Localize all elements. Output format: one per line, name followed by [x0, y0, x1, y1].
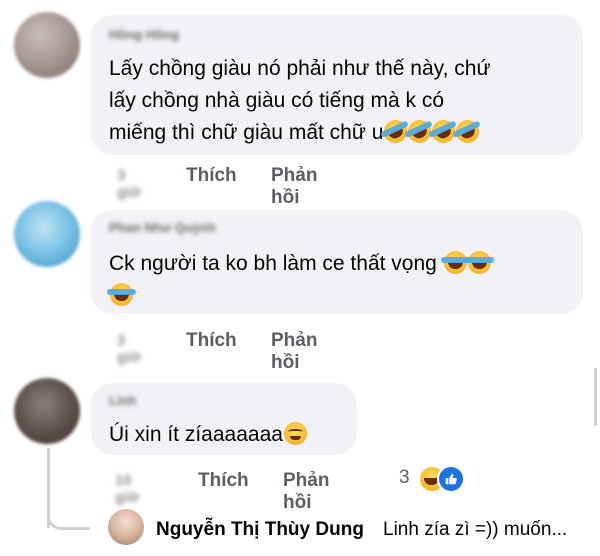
commenter-avatar[interactable] — [14, 201, 80, 267]
tears-of-joy-emoji — [440, 251, 470, 274]
comment-bubble: Phan Như Quỳnh Ck người ta ko bh làm ce … — [91, 210, 583, 314]
commenter-avatar[interactable] — [14, 378, 80, 444]
comment-bubble: Linh Úi xin ít zíaaaaaaa — [91, 383, 357, 455]
comment-author[interactable]: Linh — [109, 393, 136, 408]
reply-button[interactable]: Phản hồi — [271, 330, 317, 374]
comment-text: Lấy chồng giàu nó phải như thế này, chứ … — [109, 53, 491, 149]
comment-time[interactable]: 3 giờ — [117, 167, 141, 201]
tears-of-joy-emoji — [107, 283, 136, 306]
comment-author[interactable]: Hồng Hồng — [109, 27, 179, 42]
comment-text: Ck người ta ko bh làm ce thất vọng — [107, 248, 494, 312]
reaction-count[interactable]: 3 — [399, 467, 410, 489]
rolling-laughing-emoji — [452, 116, 484, 147]
reply-button[interactable]: Phản hồi — [271, 165, 317, 209]
comment-time[interactable]: 10 giờ — [115, 472, 139, 506]
relieved-face-emoji — [283, 422, 307, 445]
like-reaction-icon — [437, 465, 465, 493]
reaction-summary[interactable] — [417, 465, 467, 493]
commenter-avatar[interactable] — [14, 12, 80, 78]
comment-text: Úi xin ít zíaaaaaaa — [109, 419, 307, 451]
like-button[interactable]: Thích — [186, 330, 237, 352]
reply-button[interactable]: Phản hồi — [283, 470, 329, 514]
reply-author[interactable]: Nguyễn Thị Thùy Dung — [156, 519, 364, 541]
scrollbar[interactable] — [594, 368, 597, 426]
comment-author[interactable]: Phan Như Quỳnh — [109, 220, 216, 235]
like-button[interactable]: Thích — [198, 470, 249, 492]
comment-bubble: Hồng Hồng Lấy chồng giàu nó phải như thế… — [91, 15, 583, 155]
reply-avatar[interactable] — [108, 509, 144, 545]
comment-time[interactable]: 3 giờ — [117, 332, 141, 366]
tears-of-joy-emoji — [464, 251, 494, 274]
like-button[interactable]: Thích — [186, 165, 237, 187]
thread-connector — [47, 495, 90, 530]
reply-preview-text[interactable]: Linh zía zì =)) muốn... — [383, 519, 567, 541]
